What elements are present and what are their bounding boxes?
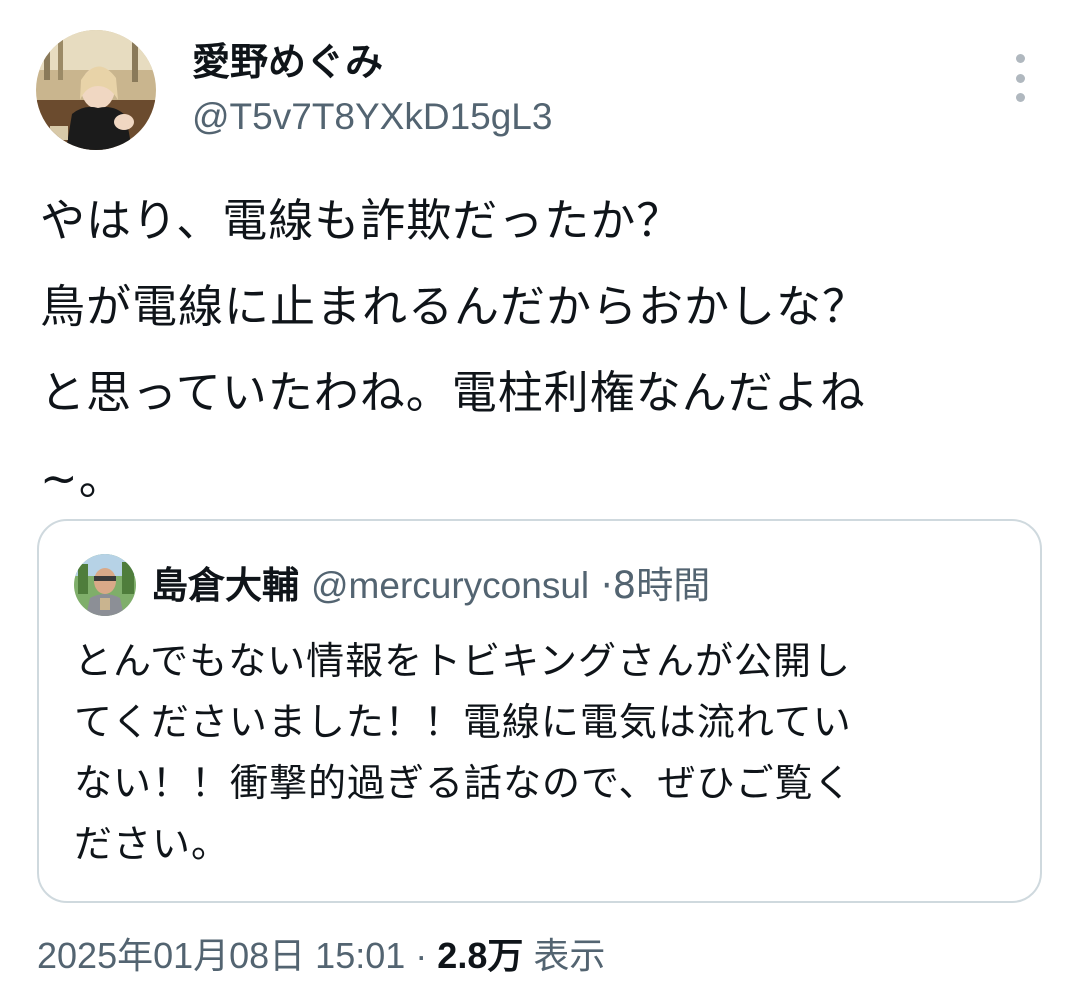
more-vertical-icon-dot [1015, 73, 1025, 83]
more-options-button[interactable] [1004, 54, 1036, 102]
quote-separator: · [600, 564, 613, 607]
author-avatar[interactable] [36, 30, 156, 150]
more-vertical-icon-dot [1015, 93, 1025, 102]
tweet-meta: 2025年01月08日 15:01 · 2.8万 表示 [37, 928, 605, 984]
quote-header: 島倉大輔 @mercuryconsul ·8時間 [151, 558, 710, 614]
meta-separator: · [415, 935, 428, 976]
quote-author-handle[interactable]: @mercuryconsul [311, 565, 589, 606]
person-photo-avatar-image [74, 554, 136, 616]
quote-author-avatar[interactable] [74, 554, 136, 616]
views-label: 表示 [533, 935, 606, 976]
quote-timestamp[interactable]: 8時間 [613, 564, 711, 607]
views-count: 2.8万 [437, 935, 524, 976]
quote-author-display-name[interactable]: 島倉大輔 [151, 564, 299, 607]
author-handle[interactable]: @T5v7T8YXkD15gL3 [192, 92, 552, 142]
author-display-name[interactable]: 愛野めぐみ [192, 36, 383, 88]
quoted-tweet-card[interactable]: 島倉大輔 @mercuryconsul ·8時間 とんでもない情報をトビキングさん… [37, 519, 1042, 903]
more-vertical-icon [1015, 54, 1025, 63]
portrait-avatar-image [36, 30, 156, 150]
tweet-timestamp[interactable]: 2025年01月08日 15:01 [37, 935, 405, 976]
tweet-text: やはり、電線も詐欺だったか？ 鳥が電線に止まれるんだからおかしな？ と思っていた… [40, 194, 869, 505]
quote-text: とんでもない情報をトビキングさんが公開し てくださいました！！電線に電気は流れて… [74, 639, 853, 866]
